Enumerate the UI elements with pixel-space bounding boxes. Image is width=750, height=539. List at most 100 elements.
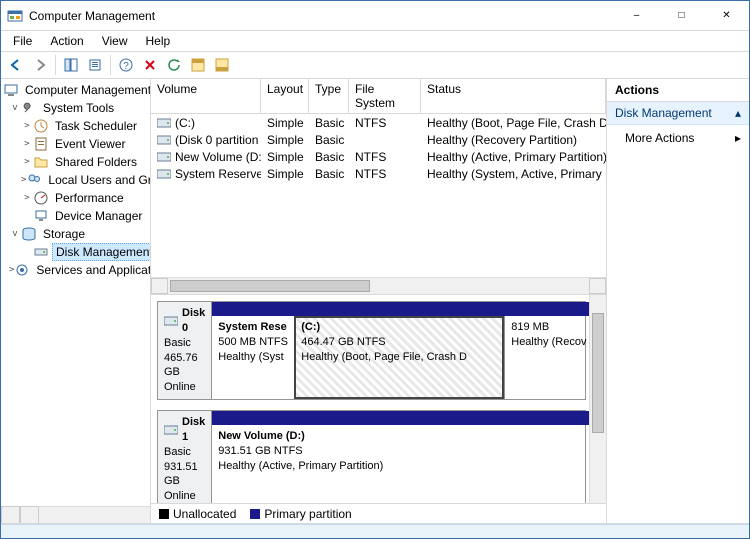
volume-horizontal-scrollbar[interactable] <box>151 277 606 294</box>
volume-type: Basic <box>309 133 349 147</box>
submenu-arrow-icon: ▸ <box>735 131 741 145</box>
collapse-icon[interactable]: v <box>9 229 21 239</box>
collapse-icon[interactable]: v <box>9 103 21 113</box>
partition[interactable]: 819 MBHealthy (Recov <box>504 316 594 399</box>
menu-file[interactable]: File <box>5 32 40 50</box>
disk-info[interactable]: Disk 0Basic465.76 GBOnline <box>158 302 212 399</box>
expand-icon[interactable]: > <box>21 139 33 149</box>
tree-root[interactable]: Computer Management (L <box>1 81 150 99</box>
list-top-button[interactable] <box>187 54 209 76</box>
disk-size: 931.51 GB <box>164 460 205 490</box>
status-bar <box>1 524 749 538</box>
volume-row[interactable]: System ReservedSimpleBasicNTFSHealthy (S… <box>151 165 606 182</box>
volume-status: Healthy (System, Active, Primary Partiti… <box>421 167 606 181</box>
device-icon <box>33 208 49 224</box>
folder-icon <box>33 154 49 170</box>
partition-size: 931.51 GB NTFS <box>218 444 588 459</box>
volume-row[interactable]: (C:)SimpleBasicNTFSHealthy (Boot, Page F… <box>151 114 606 131</box>
show-hide-tree-button[interactable] <box>60 54 82 76</box>
performance-icon <box>33 190 49 206</box>
volume-type: Basic <box>309 150 349 164</box>
tree-services[interactable]: > Services and Application <box>1 261 150 279</box>
partition[interactable]: New Volume (D:)931.51 GB NTFSHealthy (Ac… <box>212 425 594 503</box>
col-layout[interactable]: Layout <box>261 79 309 113</box>
tree-shared-folders[interactable]: > Shared Folders <box>1 153 150 171</box>
partition-name: New Volume (D:) <box>218 429 588 444</box>
svg-text:?: ? <box>123 61 129 72</box>
tree-storage[interactable]: v Storage <box>1 225 150 243</box>
col-volume[interactable]: Volume <box>151 79 261 113</box>
expand-icon[interactable]: > <box>21 121 33 131</box>
event-icon <box>33 136 49 152</box>
volume-type: Basic <box>309 116 349 130</box>
help-button[interactable]: ? <box>115 54 137 76</box>
tree-disk-management[interactable]: Disk Management <box>1 243 150 261</box>
volume-status: Healthy (Active, Primary Partition) <box>421 150 606 164</box>
disk-partitions: New Volume (D:)931.51 GB NTFSHealthy (Ac… <box>212 411 594 503</box>
actions-header: Actions <box>607 79 749 102</box>
collapse-arrow-icon: ▴ <box>735 106 741 120</box>
tree-performance[interactable]: > Performance <box>1 189 150 207</box>
center-pane: Volume Layout Type File System Status (C… <box>151 79 607 523</box>
menu-action[interactable]: Action <box>42 32 91 50</box>
volume-name: (C:) <box>175 116 195 130</box>
disk-graphical-pane: Disk 0Basic465.76 GBOnlineSystem Rese500… <box>151 295 606 503</box>
nav-forward-button[interactable] <box>29 54 51 76</box>
volume-layout: Simple <box>261 133 309 147</box>
tree-system-tools[interactable]: v System Tools <box>1 99 150 117</box>
clock-icon <box>33 118 49 134</box>
partition-status: Healthy (Active, Primary Partition) <box>218 459 588 474</box>
expand-icon[interactable]: > <box>21 157 33 167</box>
col-type[interactable]: Type <box>309 79 349 113</box>
maximize-button[interactable]: □ <box>659 1 704 30</box>
close-button[interactable]: ✕ <box>704 1 749 30</box>
col-filesystem[interactable]: File System <box>349 79 421 113</box>
disk-icon <box>164 425 178 435</box>
expand-icon[interactable]: > <box>21 193 33 203</box>
disk-name: Disk 1 <box>182 415 205 445</box>
disk-partitions: System Rese500 MB NTFSHealthy (Syst(C:)4… <box>212 302 594 399</box>
partition[interactable]: (C:)464.47 GB NTFSHealthy (Boot, Page Fi… <box>294 316 504 399</box>
workspace: Computer Management (L v System Tools > … <box>1 79 749 524</box>
drive-icon <box>157 118 171 128</box>
menu-view[interactable]: View <box>94 32 136 50</box>
partition-status: Healthy (Boot, Page File, Crash D <box>301 350 498 365</box>
tree-local-users[interactable]: > Local Users and Gro <box>1 171 150 189</box>
app-window: Computer Management – □ ✕ File Action Vi… <box>0 0 750 539</box>
partition-status: Healthy (Syst <box>218 350 288 365</box>
disk-block: Disk 1Basic931.51 GBOnline New Volume (D:… <box>157 410 586 503</box>
disk-icon <box>33 244 49 260</box>
volume-list: Volume Layout Type File System Status (C… <box>151 79 606 295</box>
menubar: File Action View Help <box>1 31 749 51</box>
volume-row[interactable]: New Volume (D:)SimpleBasicNTFSHealthy (A… <box>151 148 606 165</box>
disk-vertical-scrollbar[interactable] <box>589 295 606 503</box>
list-bottom-button[interactable] <box>211 54 233 76</box>
nav-back-button[interactable] <box>5 54 27 76</box>
app-icon <box>7 8 23 24</box>
delete-button[interactable] <box>139 54 161 76</box>
tree-task-scheduler[interactable]: > Task Scheduler <box>1 117 150 135</box>
volume-name: New Volume (D:) <box>175 150 261 164</box>
tree-device-manager[interactable]: Device Manager <box>1 207 150 225</box>
menu-help[interactable]: Help <box>138 32 179 50</box>
disk-info[interactable]: Disk 1Basic931.51 GBOnline <box>158 411 212 503</box>
disk-type: Basic <box>164 445 205 460</box>
window-controls: – □ ✕ <box>614 1 749 30</box>
legend-unallocated: Unallocated <box>159 507 236 521</box>
partition[interactable]: System Rese500 MB NTFSHealthy (Syst <box>212 316 294 399</box>
volume-status: Healthy (Boot, Page File, Crash Dump, Pr… <box>421 116 606 130</box>
tree-event-viewer[interactable]: > Event Viewer <box>1 135 150 153</box>
volume-row[interactable]: (Disk 0 partition 3)SimpleBasicHealthy (… <box>151 131 606 148</box>
refresh-button[interactable] <box>163 54 185 76</box>
actions-section-disk-management[interactable]: Disk Management ▴ <box>607 102 749 125</box>
tree-horizontal-scrollbar[interactable] <box>1 506 150 523</box>
properties-button[interactable] <box>84 54 106 76</box>
drive-icon <box>157 152 171 162</box>
minimize-button[interactable]: – <box>614 1 659 30</box>
tree-pane: Computer Management (L v System Tools > … <box>1 79 151 523</box>
wrench-icon <box>21 100 37 116</box>
volume-list-header: Volume Layout Type File System Status <box>151 79 606 114</box>
volume-filesystem: NTFS <box>349 116 421 130</box>
col-status[interactable]: Status <box>421 79 606 113</box>
action-more-actions[interactable]: More Actions ▸ <box>607 125 749 151</box>
